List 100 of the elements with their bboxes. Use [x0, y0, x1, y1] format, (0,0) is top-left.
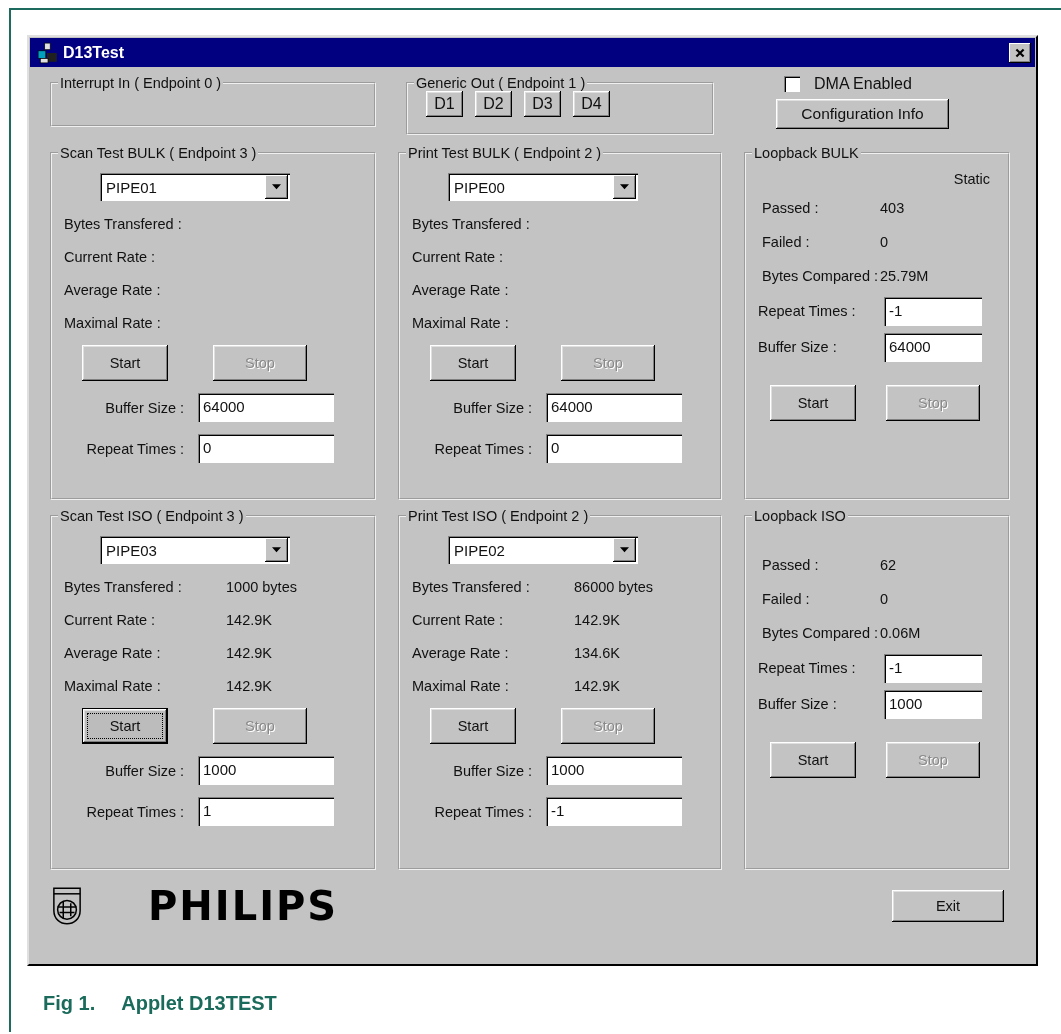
- caret-icon: [620, 547, 629, 553]
- stat-label: Current Rate :: [412, 611, 505, 628]
- start-button[interactable]: Start: [770, 742, 856, 778]
- field-label: Repeat Times :: [85, 803, 185, 820]
- field-label: Repeat Times :: [85, 440, 185, 457]
- field-label: Repeat Times :: [433, 803, 533, 820]
- field-label: Repeat Times :: [433, 440, 533, 457]
- input-field[interactable]: 64000: [198, 393, 334, 422]
- stat-label: Maximal Rate :: [64, 677, 162, 694]
- checkbox[interactable]: [784, 76, 800, 92]
- checkbox-label: DMA Enabled: [814, 75, 912, 93]
- stat-label: Current Rate :: [64, 611, 157, 628]
- brand-logo: PHILIPS: [148, 883, 340, 929]
- field-label: Buffer Size :: [104, 399, 185, 416]
- group-title: Loopback ISO: [753, 508, 847, 524]
- mode-label: Static: [952, 171, 990, 189]
- stat-label: Average Rate :: [412, 644, 510, 661]
- stat-value: 403: [880, 200, 905, 216]
- stat-value: 142.9K: [226, 677, 272, 694]
- input-field[interactable]: -1: [884, 296, 982, 326]
- dropdown-button[interactable]: [265, 175, 288, 199]
- endpoint-button[interactable]: D2: [475, 91, 512, 117]
- caret-icon: [620, 184, 629, 190]
- exit-button[interactable]: Exit: [892, 890, 1004, 922]
- field-label: Repeat Times :: [758, 303, 857, 319]
- input-field[interactable]: -1: [884, 653, 982, 683]
- dropdown[interactable]: PIPE00: [448, 173, 638, 201]
- caret-icon: [272, 184, 281, 190]
- input-field[interactable]: 0: [198, 434, 334, 463]
- group-title: Loopback BULK: [753, 145, 860, 161]
- stat-label: Bytes Transfered :: [412, 215, 531, 232]
- shield-icon: [52, 886, 82, 926]
- endpoint-button[interactable]: D3: [524, 91, 561, 117]
- start-button[interactable]: Start: [430, 345, 516, 381]
- start-button[interactable]: Start: [82, 345, 168, 381]
- stat-value: 134.6K: [574, 644, 620, 661]
- input-field[interactable]: 64000: [546, 393, 682, 422]
- start-button[interactable]: Start: [430, 708, 516, 744]
- input-field[interactable]: 1000: [884, 689, 982, 719]
- group-title: Scan Test BULK ( Endpoint 3 ): [59, 145, 258, 161]
- dropdown[interactable]: PIPE01: [100, 173, 290, 201]
- stat-value: 0: [880, 234, 889, 250]
- start-button[interactable]: Start: [770, 385, 856, 421]
- stat-label: Current Rate :: [412, 248, 505, 265]
- input-field[interactable]: -1: [546, 797, 682, 826]
- group-title: Generic Out ( Endpoint 1 ): [415, 75, 587, 91]
- stat-label: Average Rate :: [412, 281, 510, 298]
- stat-value: 142.9K: [574, 677, 620, 694]
- field-label: Buffer Size :: [452, 399, 533, 416]
- input-field[interactable]: 0: [546, 434, 682, 463]
- stat-label: Bytes Compared :: [762, 625, 880, 641]
- dropdown[interactable]: PIPE03: [100, 536, 290, 564]
- stat-label: Maximal Rate :: [412, 677, 510, 694]
- stat-label: Current Rate :: [64, 248, 157, 265]
- stat-label: Average Rate :: [64, 644, 162, 661]
- field-label: Buffer Size :: [758, 339, 838, 355]
- field-label: Buffer Size :: [452, 762, 533, 779]
- stat-value: 62: [880, 557, 897, 573]
- endpoint-button[interactable]: D4: [573, 91, 610, 117]
- stat-value: 86000 bytes: [574, 578, 653, 595]
- input-field[interactable]: 1000: [198, 756, 334, 785]
- group-title: Scan Test ISO ( Endpoint 3 ): [59, 508, 245, 524]
- close-icon: [1014, 46, 1026, 59]
- field-label: Buffer Size :: [104, 762, 185, 779]
- stat-value: 0.06M: [880, 625, 921, 641]
- close-button[interactable]: [1009, 42, 1031, 63]
- input-field[interactable]: 64000: [884, 332, 982, 362]
- stat-label: Passed :: [762, 557, 820, 573]
- caret-icon: [272, 547, 281, 553]
- figure-caption: Applet D13TEST: [121, 992, 277, 1015]
- group-title: Print Test BULK ( Endpoint 2 ): [407, 145, 603, 161]
- stat-label: Bytes Compared :: [762, 268, 880, 284]
- dropdown-button[interactable]: [265, 538, 288, 562]
- stat-value: 142.9K: [226, 644, 272, 661]
- stat-label: Bytes Transfered :: [412, 578, 531, 595]
- window-title: D13Test: [63, 43, 126, 62]
- stat-label: Failed :: [762, 591, 811, 607]
- dropdown-button[interactable]: [613, 538, 636, 562]
- field-label: Repeat Times :: [758, 660, 857, 676]
- stat-value: 25.79M: [880, 268, 929, 284]
- input-field[interactable]: 1: [198, 797, 334, 826]
- dropdown-button[interactable]: [613, 175, 636, 199]
- endpoint-button[interactable]: D1: [426, 91, 463, 117]
- stat-label: Bytes Transfered :: [64, 215, 183, 232]
- stat-label: Average Rate :: [64, 281, 162, 298]
- group-title: Print Test ISO ( Endpoint 2 ): [407, 508, 590, 524]
- stat-label: Maximal Rate :: [412, 314, 510, 331]
- input-field[interactable]: 1000: [546, 756, 682, 785]
- stat-value: 0: [880, 591, 889, 607]
- field-label: Buffer Size :: [758, 696, 838, 712]
- stat-label: Passed :: [762, 200, 820, 216]
- stat-value: 142.9K: [574, 611, 620, 628]
- stat-label: Maximal Rate :: [64, 314, 162, 331]
- configuration-button[interactable]: Configuration Info: [776, 99, 949, 129]
- stat-value: 1000 bytes: [226, 578, 297, 595]
- figure-number: Fig 1.: [43, 992, 96, 1015]
- stat-label: Bytes Transfered :: [64, 578, 183, 595]
- group-title: Interrupt In ( Endpoint 0 ): [59, 75, 223, 91]
- start-button[interactable]: Start: [82, 708, 168, 744]
- dropdown[interactable]: PIPE02: [448, 536, 638, 564]
